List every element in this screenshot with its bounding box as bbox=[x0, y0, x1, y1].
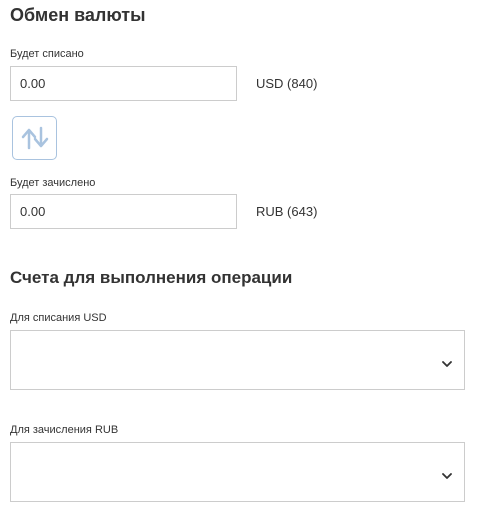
credit-amount-input[interactable] bbox=[10, 194, 237, 229]
debit-account-select[interactable] bbox=[10, 330, 465, 390]
credit-currency-code: RUB (643) bbox=[256, 204, 318, 219]
swap-currencies-button[interactable] bbox=[12, 116, 57, 160]
credit-amount-label: Будет зачислено bbox=[10, 177, 96, 189]
credit-account-select[interactable] bbox=[10, 442, 465, 502]
page-title: Обмен валюты bbox=[10, 5, 146, 25]
debit-currency-code: USD (840) bbox=[256, 76, 318, 91]
debit-account-label: Для списания USD bbox=[10, 312, 107, 324]
chevron-down-icon bbox=[442, 355, 452, 367]
chevron-down-icon bbox=[442, 467, 452, 479]
credit-account-label: Для зачисления RUB bbox=[10, 424, 119, 436]
swap-arrows-icon bbox=[19, 126, 51, 150]
debit-amount-label: Будет списано bbox=[10, 48, 84, 60]
debit-amount-input[interactable] bbox=[10, 66, 237, 101]
accounts-section-title: Счета для выполнения операции bbox=[10, 268, 293, 287]
